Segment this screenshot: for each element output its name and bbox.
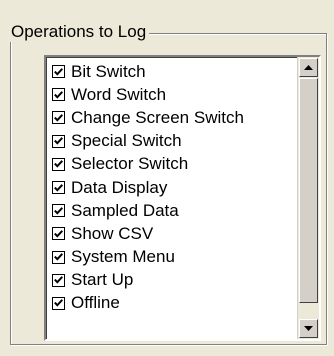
checkbox[interactable] <box>52 134 65 148</box>
checklist-item-label: Start Up <box>71 270 134 290</box>
arrow-down-icon <box>304 326 313 331</box>
checklist-item-label: System Menu <box>71 247 175 267</box>
checklist-item-label: Change Screen Switch <box>71 107 244 127</box>
checklist-item[interactable]: Data Display <box>52 176 292 199</box>
scroll-down-button[interactable] <box>299 319 318 338</box>
checklist-item[interactable]: Bit Switch <box>52 60 292 83</box>
checkbox[interactable] <box>52 111 65 125</box>
checkbox[interactable] <box>52 296 65 310</box>
checkbox[interactable] <box>52 181 65 195</box>
checklist-item[interactable]: Word Switch <box>52 83 292 106</box>
check-icon <box>54 67 63 76</box>
scroll-thumb[interactable] <box>299 78 318 303</box>
checkbox[interactable] <box>52 227 65 241</box>
checklist-item[interactable]: System Menu <box>52 246 292 269</box>
check-icon <box>54 276 63 284</box>
checklist-item[interactable]: Show CSV <box>52 222 292 245</box>
checklist-item-label: Offline <box>71 293 120 313</box>
arrow-up-icon <box>304 65 313 70</box>
check-icon <box>54 299 63 308</box>
check-icon <box>54 90 63 99</box>
checklist-item[interactable]: Change Screen Switch <box>52 106 292 129</box>
checkbox[interactable] <box>52 273 65 287</box>
checkbox[interactable] <box>52 250 65 264</box>
check-icon <box>54 137 63 145</box>
checklist-item-label: Word Switch <box>71 84 167 104</box>
checklist-item[interactable]: Start Up <box>52 269 292 292</box>
checklist-item[interactable]: Sampled Data <box>52 199 292 222</box>
vertical-scrollbar[interactable] <box>297 57 319 339</box>
checklist-items: Bit Switch Word Switch Change Screen Switc… <box>52 60 292 315</box>
checkbox[interactable] <box>52 204 65 218</box>
checklist-item-label: Selector Switch <box>71 154 189 174</box>
group-title: Operations to Log <box>8 22 150 42</box>
scroll-up-button[interactable] <box>299 58 318 77</box>
check-icon <box>54 183 63 192</box>
checklist-item[interactable]: Selector Switch <box>52 153 292 176</box>
checklist-item-label: Sampled Data <box>71 200 179 220</box>
check-icon <box>54 114 63 122</box>
check-icon <box>54 230 63 238</box>
checklist-item-label: Bit Switch <box>71 61 146 81</box>
check-icon <box>54 160 63 169</box>
operations-checklist[interactable]: Bit Switch Word Switch Change Screen Switc… <box>44 55 321 341</box>
check-icon <box>54 206 63 215</box>
check-icon <box>54 253 63 261</box>
checklist-item-label: Special Switch <box>71 131 182 151</box>
checkbox[interactable] <box>52 157 65 171</box>
checklist-item-label: Show CSV <box>71 223 154 243</box>
checkbox[interactable] <box>52 88 65 102</box>
checklist-item-label: Data Display <box>71 177 168 197</box>
checklist-item[interactable]: Offline <box>52 292 292 315</box>
checklist-item[interactable]: Special Switch <box>52 130 292 153</box>
checkbox[interactable] <box>52 65 65 79</box>
